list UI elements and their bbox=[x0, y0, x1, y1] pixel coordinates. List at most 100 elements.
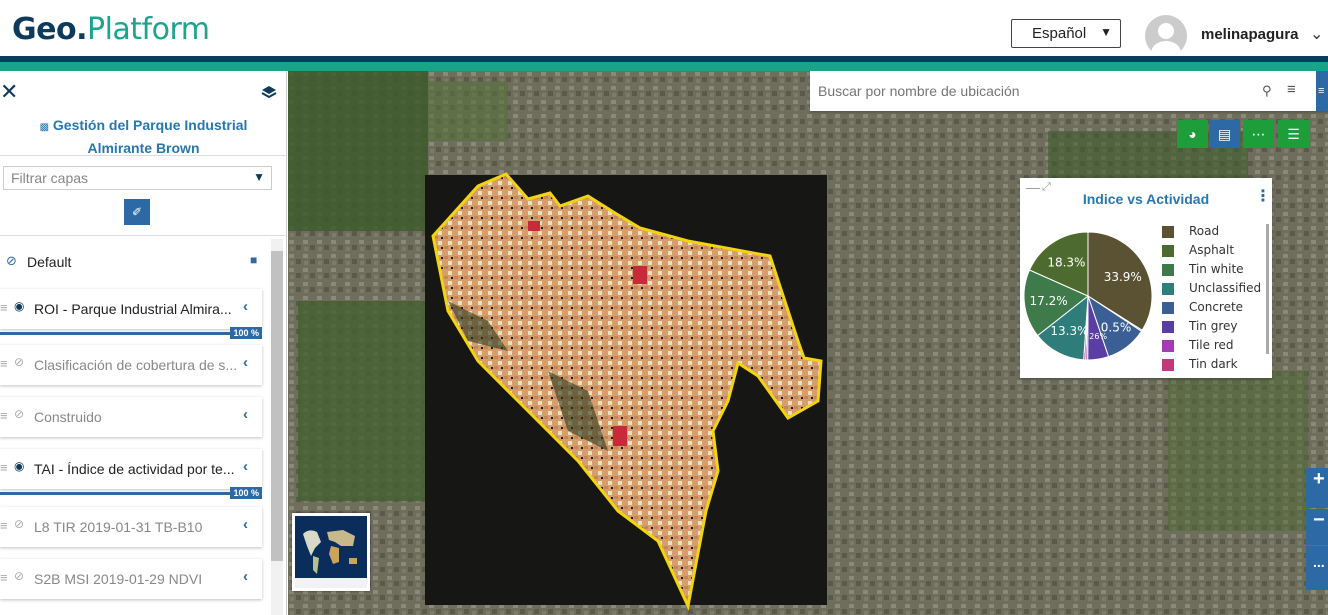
legend-label: Road bbox=[1189, 224, 1220, 238]
drag-handle-icon[interactable]: ≡ bbox=[0, 300, 8, 315]
legend-swatch bbox=[1162, 264, 1174, 276]
pie-slice-label: 33.9% bbox=[1104, 270, 1142, 284]
group-label: Default bbox=[27, 254, 72, 270]
map-view[interactable]: ⚲ ≡ ≡ ◕ ▤ ⋯ ☰ — ⤢ Indice vs Actividad ⋮ … bbox=[288, 71, 1328, 615]
style-brush-button[interactable]: ✐ bbox=[124, 199, 150, 225]
layers-sidebar: ✕ ▩ Gestión del Parque Industrial Almira… bbox=[0, 71, 287, 615]
chevron-left-icon[interactable]: ‹ bbox=[243, 516, 248, 533]
more-options-label: ... bbox=[1313, 554, 1325, 570]
layers-icon[interactable] bbox=[261, 85, 277, 99]
project-title: ▩ Gestión del Parque Industrial Almirant… bbox=[0, 115, 287, 158]
pie-slice-label: 13.3% bbox=[1050, 324, 1088, 338]
progress-value: 100 % bbox=[230, 327, 262, 339]
progress-value: 100 % bbox=[230, 487, 262, 499]
chevron-left-icon[interactable]: ‹ bbox=[243, 406, 248, 423]
eye-slash-icon[interactable]: ⊘ bbox=[6, 253, 17, 269]
chevron-left-icon[interactable]: ‹ bbox=[243, 568, 248, 585]
layer-item[interactable]: ≡ ◉ TAI - Índice de actividad por te... … bbox=[0, 449, 262, 499]
layer-label: L8 TIR 2019-01-31 TB-B10 bbox=[34, 519, 203, 535]
menu-icon: ≡ bbox=[1318, 85, 1325, 97]
zoom-in-label: + bbox=[1313, 468, 1325, 490]
avatar[interactable] bbox=[1145, 15, 1187, 57]
filter-placeholder: Filtrar capas bbox=[11, 170, 89, 186]
header-stripe-teal bbox=[0, 62, 1328, 71]
eye-icon[interactable]: ◉ bbox=[14, 459, 24, 473]
layer-item[interactable]: ≡ ⊘ Clasificación de cobertura de s... ‹ bbox=[0, 345, 262, 385]
legend-swatch bbox=[1162, 245, 1174, 257]
zoom-out-button[interactable]: − bbox=[1306, 509, 1328, 545]
list-icon[interactable]: ☰ bbox=[1278, 120, 1309, 148]
folder-open-icon[interactable]: ■ bbox=[250, 253, 257, 267]
language-select[interactable]: Español ▼ bbox=[1011, 19, 1121, 48]
brush-icon: ✐ bbox=[131, 205, 143, 219]
panel-toggle-button[interactable]: ≡ bbox=[1316, 71, 1328, 111]
more-icon[interactable]: ⋯ bbox=[1243, 120, 1274, 148]
world-map-thumbnail bbox=[295, 516, 367, 588]
kebab-menu-icon[interactable]: ⋮ bbox=[1255, 186, 1271, 206]
legend-label: Concrete bbox=[1189, 300, 1244, 314]
legend-swatch bbox=[1162, 302, 1174, 314]
zoom-out-label: − bbox=[1313, 509, 1325, 531]
drag-handle-icon[interactable]: ≡ bbox=[0, 460, 8, 475]
search-input[interactable] bbox=[818, 81, 1238, 101]
document-icon[interactable]: ▤ bbox=[1209, 120, 1240, 148]
progress-bar bbox=[0, 492, 232, 495]
app-logo[interactable]: Geo.Platform bbox=[12, 12, 210, 47]
chevron-down-icon: ▼ bbox=[1100, 25, 1112, 39]
eye-slash-icon[interactable]: ⊘ bbox=[14, 569, 24, 583]
layer-label: S2B MSI 2019-01-29 NDVI bbox=[34, 571, 203, 587]
menu-icon[interactable]: ≡ bbox=[1287, 81, 1296, 98]
legend-scrollbar[interactable] bbox=[1266, 224, 1269, 354]
filter-icon[interactable]: ▼ bbox=[253, 170, 265, 184]
zoom-in-button[interactable]: + bbox=[1306, 468, 1328, 508]
eye-slash-icon[interactable]: ⊘ bbox=[14, 355, 24, 369]
eye-slash-icon[interactable]: ⊘ bbox=[14, 407, 24, 421]
legend-swatch bbox=[1162, 321, 1174, 333]
language-value: Español bbox=[1032, 25, 1087, 42]
layer-group-default[interactable]: ⊘ Default ■ bbox=[0, 251, 268, 275]
layer-item[interactable]: ≡ ⊘ L8 TIR 2019-01-31 TB-B10 ‹ bbox=[0, 507, 262, 547]
pie-slice-label: 18.3% bbox=[1047, 256, 1085, 270]
legend-swatch bbox=[1162, 226, 1174, 238]
username[interactable]: melinapagura bbox=[1201, 26, 1299, 43]
scrollbar-thumb[interactable] bbox=[271, 251, 283, 561]
factory-icon: ▩ bbox=[39, 122, 50, 133]
user-menu-chevron-icon[interactable]: ⌄ bbox=[1310, 24, 1323, 44]
legend-swatch bbox=[1162, 359, 1174, 371]
legend-label: Tin dark bbox=[1189, 357, 1238, 371]
filter-layers-input[interactable]: Filtrar capas ▼ bbox=[3, 166, 272, 190]
drag-handle-icon[interactable]: ≡ bbox=[0, 570, 8, 585]
pie-chart: 33.9%10.5%5.26%13.3%17.2%18.3% bbox=[1023, 231, 1153, 361]
progress-bar bbox=[0, 332, 232, 335]
search-icon[interactable]: ⚲ bbox=[1262, 83, 1272, 99]
drag-handle-icon[interactable]: ≡ bbox=[0, 408, 8, 423]
pie-slice-label: 17.2% bbox=[1030, 294, 1068, 308]
legend-label: Asphalt bbox=[1189, 243, 1235, 257]
chart-panel: — ⤢ Indice vs Actividad ⋮ 33.9% 10.5% 5.26… bbox=[1020, 178, 1272, 378]
chevron-left-icon[interactable]: ‹ bbox=[243, 298, 248, 315]
top-header: Geo.Platform Español ▼ melinapagura ⌄ bbox=[0, 0, 1328, 57]
legend-label: Unclassified bbox=[1189, 281, 1262, 295]
close-icon[interactable]: ✕ bbox=[0, 79, 18, 105]
divider bbox=[0, 235, 287, 236]
eye-icon[interactable]: ◉ bbox=[14, 299, 24, 313]
logo-geo: Geo. bbox=[12, 12, 87, 47]
layer-item[interactable]: ≡ ◉ ROI - Parque Industrial Almira... ‹ … bbox=[0, 289, 262, 339]
chevron-left-icon[interactable]: ‹ bbox=[243, 458, 248, 475]
more-options-button[interactable]: ... bbox=[1306, 546, 1328, 590]
layer-label: ROI - Parque Industrial Almira... bbox=[34, 301, 232, 317]
eye-slash-icon[interactable]: ⊘ bbox=[14, 517, 24, 531]
legend-label: Tin white bbox=[1189, 262, 1244, 276]
chart-title: Indice vs Actividad bbox=[1082, 191, 1210, 207]
legend-swatch bbox=[1162, 283, 1174, 295]
chevron-left-icon[interactable]: ‹ bbox=[243, 354, 248, 371]
layer-item[interactable]: ≡ ⊘ Construido ‹ bbox=[0, 397, 262, 437]
drag-handle-icon[interactable]: ≡ bbox=[0, 518, 8, 533]
overview-minimap[interactable] bbox=[292, 513, 370, 591]
drag-handle-icon[interactable]: ≡ bbox=[0, 356, 8, 371]
location-search[interactable]: ⚲ ≡ ≡ bbox=[810, 71, 1328, 111]
layer-progress: 100 % bbox=[0, 487, 262, 499]
layer-item[interactable]: ≡ ⊘ S2B MSI 2019-01-29 NDVI ‹ bbox=[0, 559, 262, 599]
layer-label: TAI - Índice de actividad por te... bbox=[34, 461, 235, 477]
pie-chart-icon[interactable]: ◕ bbox=[1177, 120, 1208, 148]
